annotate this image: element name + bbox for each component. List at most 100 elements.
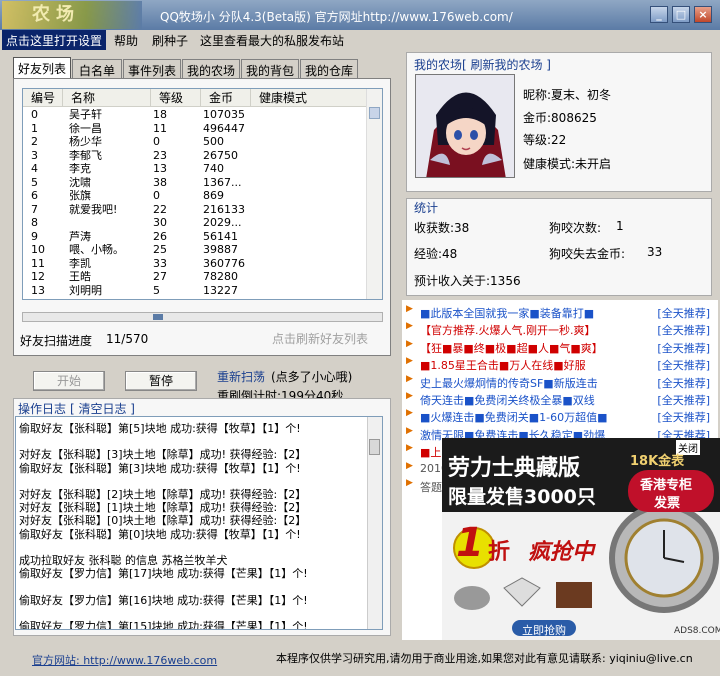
ad-link[interactable]: 【狂■暴■终■极■超■人■气■爽】 (420, 340, 603, 356)
arrow-icon: ▶ (406, 338, 413, 349)
table-cell: 0 (31, 109, 38, 121)
rescan-link[interactable]: 重新扫荡 (217, 368, 265, 385)
official-site-link[interactable]: 官方网站: http://www.176web.com (32, 652, 217, 668)
table-row[interactable]: 2 杨少华 0 500 (23, 136, 367, 149)
ad-link[interactable]: ■此版本全国就我一家■装备靠打■ (420, 305, 594, 321)
ad-link[interactable]: 倚天连击■免费闭关终极全暴■双线 (420, 392, 595, 408)
log-line: 偷取好友【罗力信】第[17]块地 成功:获得【芒果】【1】个! (19, 567, 308, 581)
table-cell: 沈啸 (69, 176, 91, 189)
table-scrollbar[interactable] (366, 89, 382, 299)
table-row[interactable]: 4 李克 13 740 (23, 163, 367, 176)
tab-whitelist[interactable]: 白名单 (72, 59, 122, 78)
table-row[interactable]: 6 张旗 0 869 (23, 190, 367, 203)
ad-link[interactable]: ■1.85星王合击■万人在线■好服 (420, 357, 586, 373)
table-cell: 33 (153, 257, 167, 270)
ad-row[interactable]: ▶ 【官方推荐.火爆人气.刚开一秒.爽】 [全天推荐] (406, 321, 712, 338)
ad-recommend-tag[interactable]: [全天推荐] (657, 375, 710, 391)
column-header-level[interactable]: 等级 (151, 89, 201, 107)
table-row[interactable]: 8 30 2029... (23, 217, 367, 230)
log-scrollbar[interactable] (367, 417, 382, 629)
ad-recommend-tag[interactable]: [全天推荐] (657, 392, 710, 408)
table-row[interactable]: 9 芦涛 26 56141 (23, 231, 367, 244)
table-cell: 李郁飞 (69, 149, 102, 162)
table-cell: 23 (153, 149, 167, 162)
table-row[interactable]: 11 李凯 33 360776 (23, 258, 367, 271)
maximize-icon[interactable]: □ (672, 6, 690, 23)
close-icon[interactable]: × (694, 6, 712, 23)
table-row[interactable]: 7 就爱我吧! 22 216133 (23, 204, 367, 217)
ad-recommend-tag[interactable]: [全天推荐] (657, 322, 710, 338)
column-header-name[interactable]: 名称 (63, 89, 151, 107)
banner-invoice-tag: 发票 (654, 496, 681, 511)
log-textarea[interactable]: 偷取好友【张科聪】第[5]块地 成功:获得【牧草】【1】个! 对好友【张科聪】[3… (15, 416, 383, 630)
column-header-id[interactable]: 编号 (23, 89, 63, 107)
tab-friends[interactable]: 好友列表 (13, 57, 71, 79)
menu-open-settings[interactable]: 点击这里打开设置 (2, 30, 107, 50)
scroll-thumb[interactable] (369, 107, 380, 119)
table-cell: 就爱我吧! (69, 203, 118, 216)
tab-my-backpack[interactable]: 我的背包 (241, 59, 299, 78)
clear-log-link[interactable]: [ 清空日志 ] (70, 400, 135, 417)
friends-table[interactable]: 编号 名称 等级 金币 健康模式 0 吴子轩 18 107035 1 徐一昌 11 49644… (22, 88, 383, 300)
ad-recommend-tag[interactable]: [全天推荐] (657, 409, 710, 425)
column-header-health[interactable]: 健康模式 (251, 89, 367, 107)
banner-discount-number: 1 (456, 520, 484, 566)
arrow-icon: ▶ (406, 443, 413, 454)
table-cell: 25 (153, 244, 167, 256)
hscroll-thumb[interactable] (152, 314, 163, 320)
tab-my-farm[interactable]: 我的农场 (182, 59, 240, 78)
ad-row[interactable]: ▶ ■此版本全国就我一家■装备靠打■ [全天推荐] (406, 304, 712, 321)
start-button[interactable]: 开始 (33, 371, 105, 391)
tab-my-warehouse[interactable]: 我的仓库 (300, 59, 358, 78)
pause-button[interactable]: 暂停 (125, 371, 197, 391)
log-title: 操作日志 (18, 402, 67, 416)
table-horizontal-scrollbar[interactable] (22, 312, 383, 322)
refresh-farm-link[interactable]: [ 刷新我的农场 ] (462, 56, 551, 73)
refresh-friends-link[interactable]: 点击刷新好友列表 (272, 330, 368, 347)
ad-recommend-tag[interactable]: [全天推荐] (657, 340, 710, 356)
column-header-gold[interactable]: 金币 (201, 89, 251, 107)
log-scroll-thumb[interactable] (369, 439, 380, 455)
table-row[interactable]: 13 刘明明 5 13227 (23, 285, 367, 298)
menu-brush-seeds[interactable]: 刷种子 (152, 32, 188, 49)
table-row[interactable]: 1 徐一昌 11 496447 (23, 123, 367, 136)
ad-recommend-tag[interactable]: [全天推荐] (657, 305, 710, 321)
banner-buy-button[interactable]: 立即抢购 (522, 622, 566, 638)
table-row[interactable]: 5 沈啸 38 1367... (23, 177, 367, 190)
stat-experience: 经验:48 (414, 247, 458, 261)
minimize-icon[interactable]: _ (650, 6, 668, 23)
table-cell: 张旗 (69, 190, 91, 202)
ad-row[interactable]: ▶ 倚天连击■免费闭关终极全暴■双线 [全天推荐] (406, 391, 712, 408)
ad-row[interactable]: ▶ ■火爆连击■免费闭关■1-60万超值■ [全天推荐] (406, 408, 712, 425)
table-cell: 李克 (69, 163, 91, 175)
menu-private-server[interactable]: 这里查看最大的私服发布站 (200, 32, 344, 49)
ad-recommend-tag[interactable]: [全天推荐] (657, 357, 710, 373)
ad-link[interactable]: ■火爆连击■免费闭关■1-60万超值■ (420, 409, 608, 425)
ad-row[interactable]: ▶ 【狂■暴■终■极■超■人■气■爽】 [全天推荐] (406, 339, 712, 356)
table-cell: 496447 (203, 122, 245, 135)
table-row[interactable]: 12 王皓 27 78280 (23, 271, 367, 284)
arrow-icon: ▶ (406, 304, 413, 314)
ad-link[interactable]: ■上 (420, 444, 441, 460)
ad-row[interactable]: ▶ ■1.85星王合击■万人在线■好服 [全天推荐] (406, 356, 712, 373)
footer: 官方网站: http://www.176web.com 本程序仅供学习研究用,请… (0, 644, 720, 676)
avatar (415, 74, 515, 178)
ad-link[interactable]: 答题 (420, 479, 442, 495)
tab-events[interactable]: 事件列表 (123, 59, 181, 78)
table-cell: 0 (153, 190, 160, 202)
table-cell: 22 (153, 203, 167, 216)
table-row[interactable]: 10 喂、小畅。 25 39887 (23, 244, 367, 257)
ad-link[interactable]: 史上最火爆炯情的传奇SF■新版连击 (420, 375, 598, 391)
menu-help[interactable]: 帮助 (114, 32, 138, 49)
stat-expected-income: 预计收入关于:1356 (414, 274, 521, 288)
table-row[interactable]: 0 吴子轩 18 107035 (23, 109, 367, 122)
ad-row[interactable]: ▶ 史上最火爆炯情的传奇SF■新版连击 [全天推荐] (406, 374, 712, 391)
ad-link[interactable]: 【官方推荐.火爆人气.刚开一秒.爽】 (420, 322, 596, 338)
scan-progress-value: 11/570 (106, 332, 149, 346)
farm-nickname: 昵称:夏末、初冬 (523, 88, 612, 102)
table-cell: 李凯 (69, 257, 91, 270)
table-cell: 500 (203, 136, 224, 148)
avatar-image (416, 75, 514, 177)
banner-ad[interactable]: 关闭 劳力士典藏版 限量发售3000只 18K金表 香港专柜 发票 1 折 疯抢… (442, 438, 720, 640)
table-row[interactable]: 3 李郁飞 23 26750 (23, 150, 367, 163)
